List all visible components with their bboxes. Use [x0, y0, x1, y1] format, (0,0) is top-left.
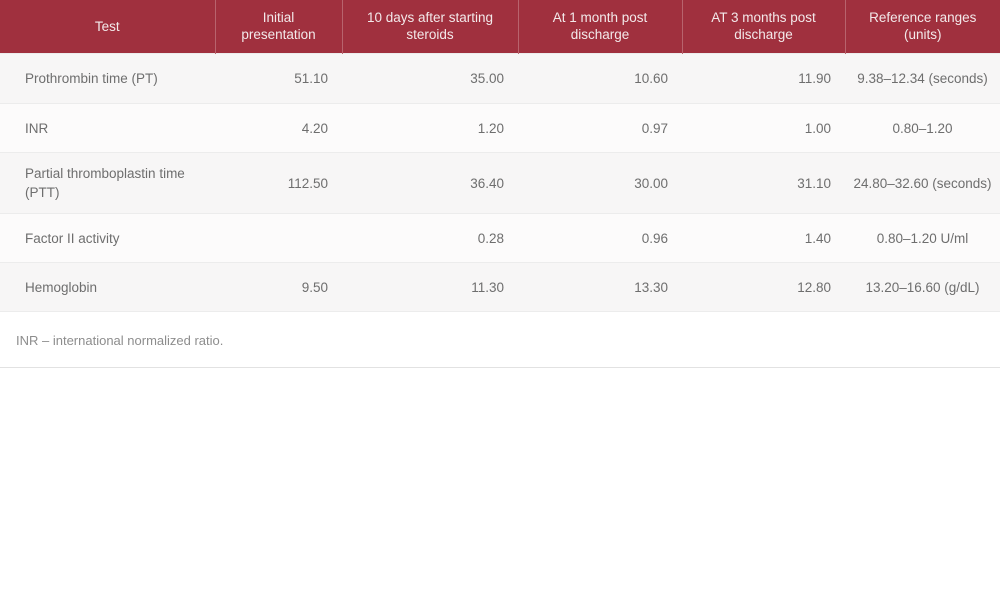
column-header-one-month-post-discharge: At 1 month post discharge [518, 0, 683, 54]
cell-test-name: INR [0, 103, 215, 153]
cell-reference-range: 9.38–12.34 (seconds) [845, 53, 1000, 104]
cell-test-name: Prothrombin time (PT) [0, 53, 215, 104]
cell-ten-days-after-steroids: 11.30 [342, 262, 518, 312]
cell-initial-presentation [215, 213, 342, 263]
cell-reference-range: 13.20–16.60 (g/dL) [845, 262, 1000, 312]
table-header-row: Test Initial presentation 10 days after … [0, 0, 1000, 54]
cell-three-months-post-discharge: 12.80 [682, 262, 845, 312]
lab-results-table-container: Test Initial presentation 10 days after … [0, 0, 1000, 368]
table-row: Hemoglobin 9.50 11.30 13.30 12.80 13.20–… [0, 262, 1000, 312]
cell-one-month-post-discharge: 10.60 [518, 53, 682, 104]
table-header: Test Initial presentation 10 days after … [0, 0, 1000, 54]
cell-initial-presentation: 9.50 [215, 262, 342, 312]
table-body: Prothrombin time (PT) 51.10 35.00 10.60 … [0, 53, 1000, 312]
cell-ten-days-after-steroids: 1.20 [342, 103, 518, 153]
cell-three-months-post-discharge: 31.10 [682, 152, 845, 214]
table-row: Factor II activity 0.28 0.96 1.40 0.80–1… [0, 213, 1000, 263]
table-row: INR 4.20 1.20 0.97 1.00 0.80–1.20 [0, 103, 1000, 153]
table-row: Partial thromboplastin time (PTT) 112.50… [0, 152, 1000, 214]
cell-ten-days-after-steroids: 35.00 [342, 53, 518, 104]
cell-ten-days-after-steroids: 0.28 [342, 213, 518, 263]
cell-test-name: Hemoglobin [0, 262, 215, 312]
lab-results-table: Test Initial presentation 10 days after … [0, 0, 1000, 312]
cell-three-months-post-discharge: 1.40 [682, 213, 845, 263]
column-header-test: Test [0, 0, 216, 54]
cell-initial-presentation: 112.50 [215, 152, 342, 214]
cell-one-month-post-discharge: 30.00 [518, 152, 682, 214]
cell-initial-presentation: 51.10 [215, 53, 342, 104]
column-header-three-months-post-discharge: AT 3 months post discharge [682, 0, 846, 54]
cell-test-name: Partial thromboplastin time (PTT) [0, 152, 215, 214]
cell-three-months-post-discharge: 1.00 [682, 103, 845, 153]
column-header-reference-ranges: Reference ranges (units) [869, 10, 977, 42]
cell-one-month-post-discharge: 0.96 [518, 213, 682, 263]
cell-three-months-post-discharge: 11.90 [682, 53, 845, 104]
table-row: Prothrombin time (PT) 51.10 35.00 10.60 … [0, 53, 1000, 104]
table-footnote: INR – international normalized ratio. [0, 312, 1000, 368]
cell-reference-range: 0.80–1.20 [845, 103, 1000, 153]
cell-reference-range: 0.80–1.20 U/ml [845, 213, 1000, 263]
cell-one-month-post-discharge: 13.30 [518, 262, 682, 312]
column-header-ten-days-after-steroids: 10 days after starting steroids [342, 0, 519, 54]
column-header-initial-presentation: Initial presentation [215, 0, 343, 54]
cell-test-name: Factor II activity [0, 213, 215, 263]
cell-ten-days-after-steroids: 36.40 [342, 152, 518, 214]
cell-reference-range: 24.80–32.60 (seconds) [845, 152, 1000, 214]
cell-one-month-post-discharge: 0.97 [518, 103, 682, 153]
cell-initial-presentation: 4.20 [215, 103, 342, 153]
